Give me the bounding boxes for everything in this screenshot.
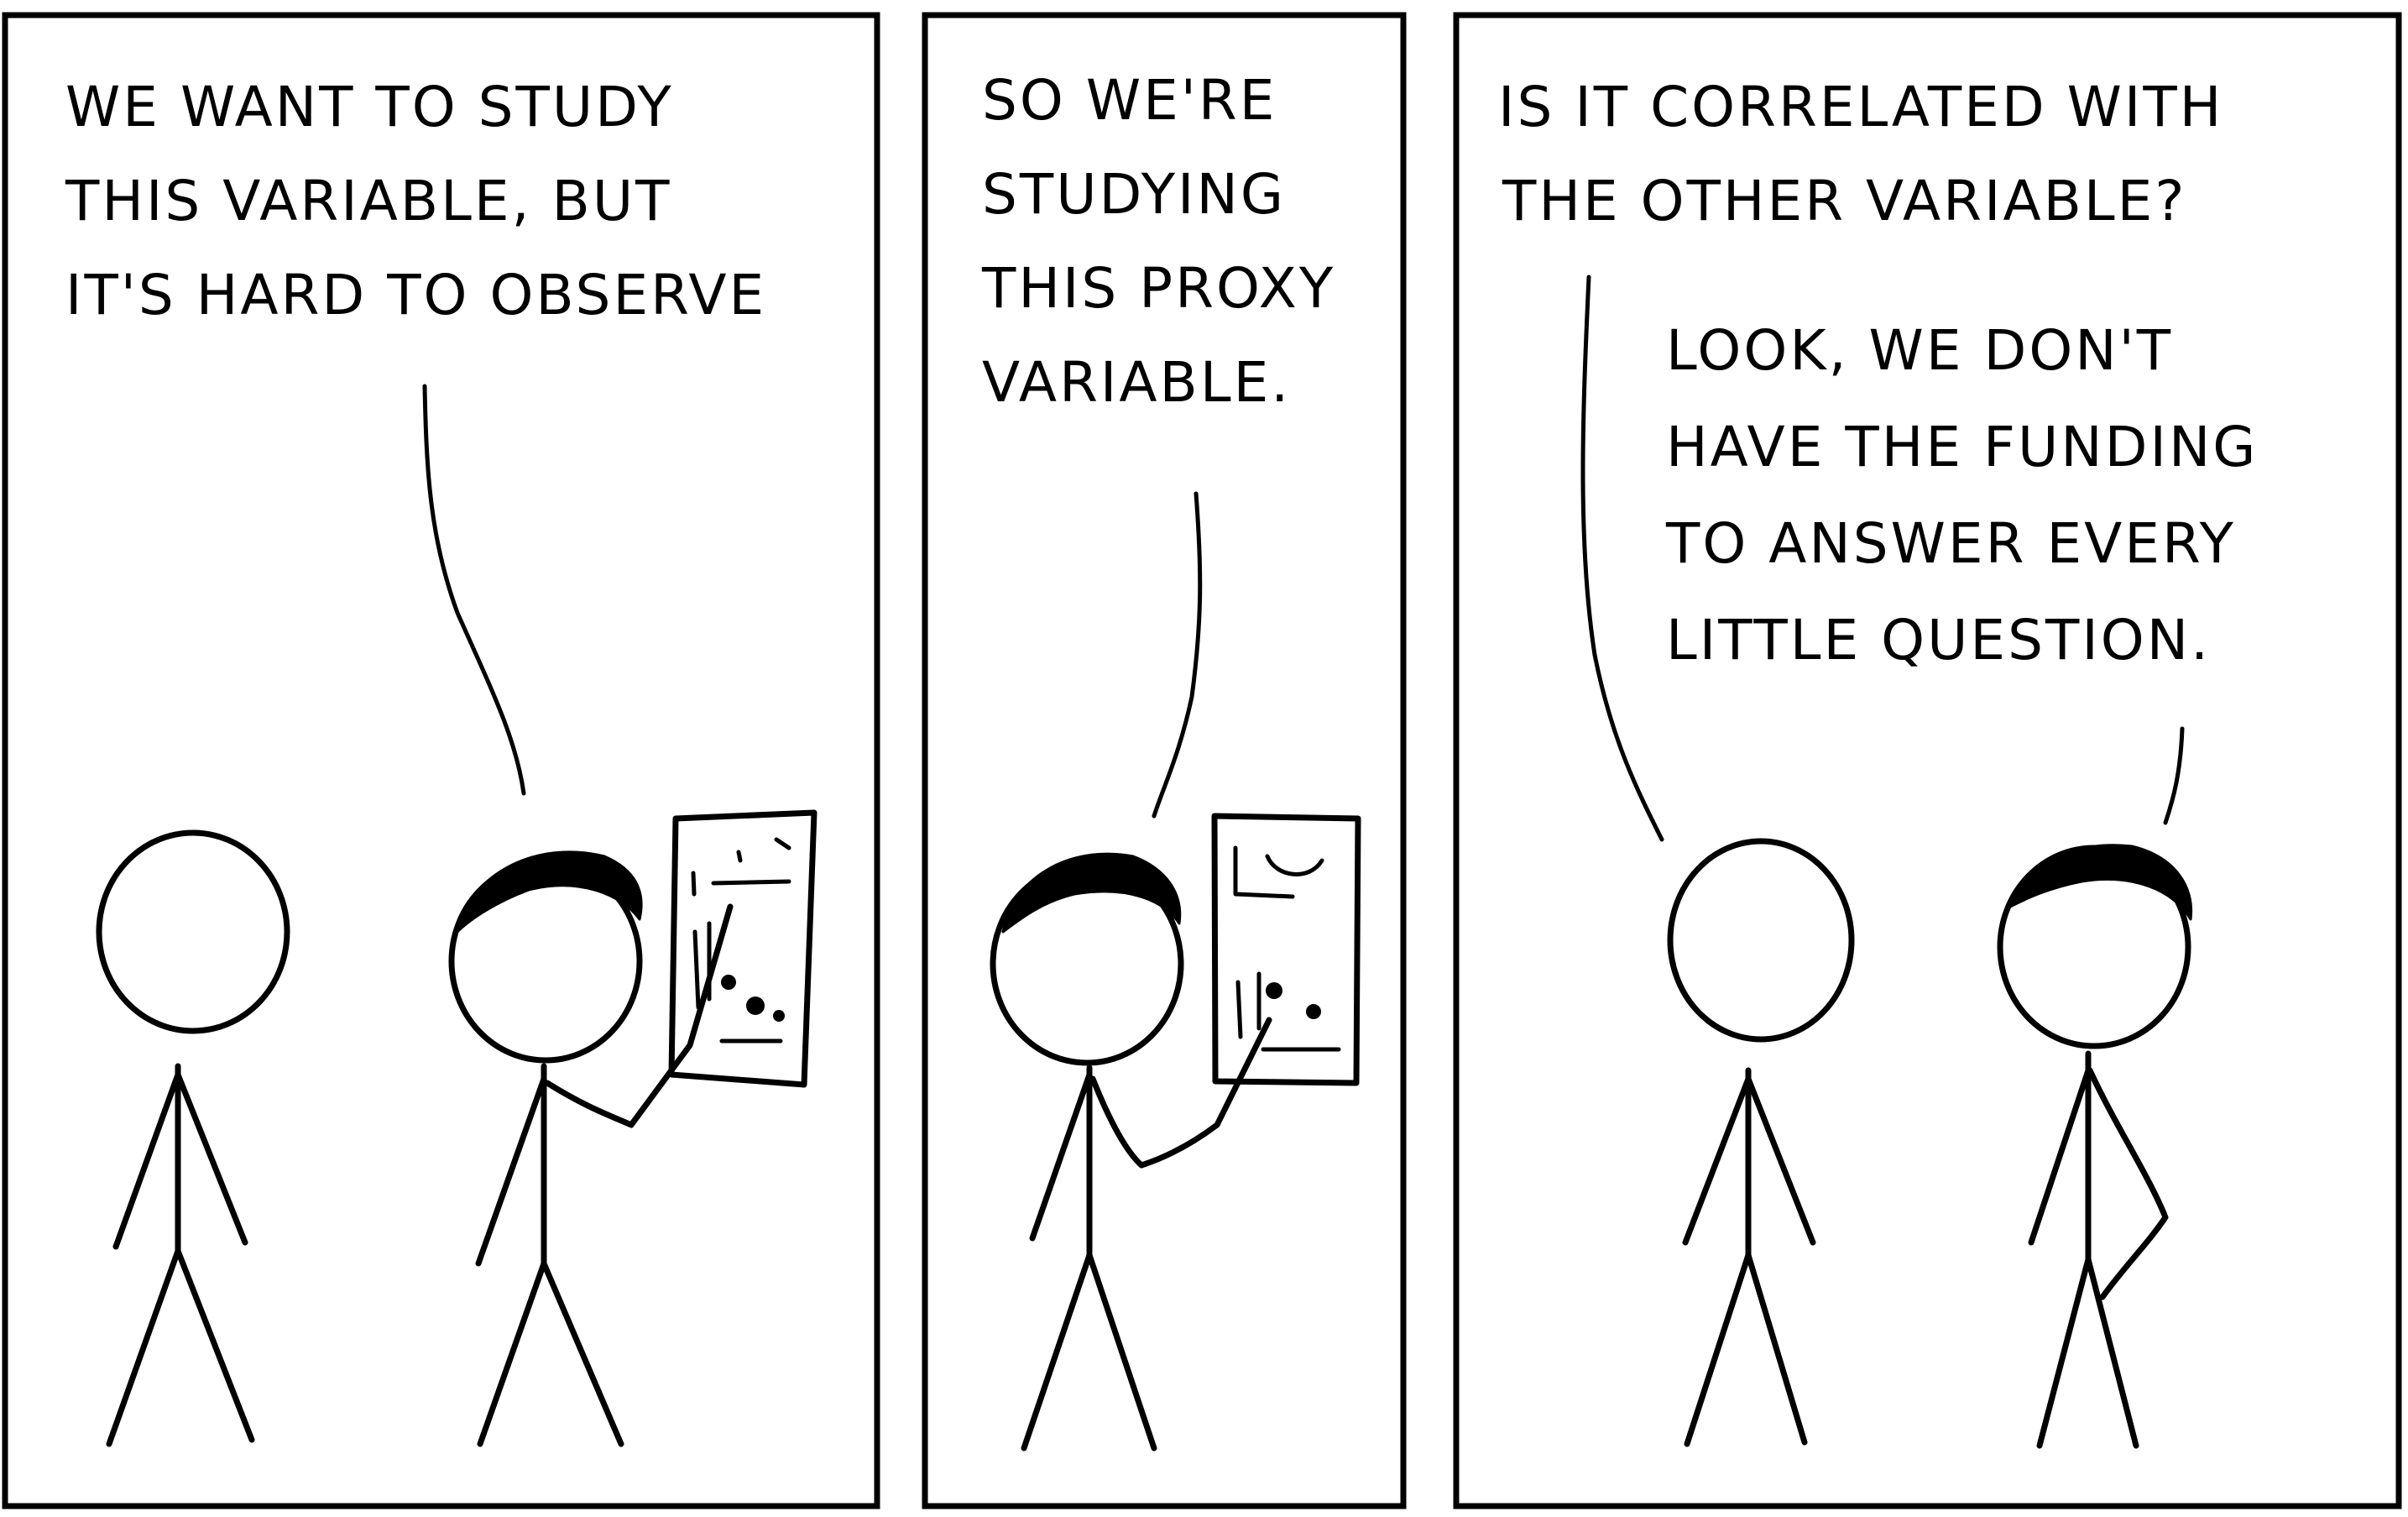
panel-2-frame: [922, 12, 1407, 1509]
panel-3-reply-line: HAVE THE FUNDING: [1666, 415, 2258, 479]
panel-1-caption-line: IT'S HARD TO OBSERVE: [65, 263, 766, 327]
data-point: [1266, 982, 1282, 999]
panel-2-caption-line: SO WE'RE: [982, 68, 1277, 133]
data-point: [721, 975, 736, 990]
panel-3-reply-line: LITTLE QUESTION.: [1666, 608, 2211, 672]
panel-1-caption-line: WE WANT TO STUDY: [65, 75, 674, 139]
panel-1: WE WANT TO STUDY THIS VARIABLE, BUT IT'S…: [2, 12, 880, 1509]
panel-3-frame: [1453, 12, 2402, 1509]
panel-1-frame: [2, 12, 880, 1509]
comic-strip: WE WANT TO STUDY THIS VARIABLE, BUT IT'S…: [2, 12, 2402, 1509]
panel-3-reply-line: LOOK, WE DON'T: [1666, 318, 2173, 383]
panel-3-reply-line: TO ANSWER EVERY: [1665, 511, 2236, 576]
panel-2-caption-line: STUDYING: [982, 162, 1286, 227]
data-point: [773, 1010, 785, 1022]
panel-2: SO WE'RE STUDYING THIS PROXY VARIABLE.: [922, 12, 1407, 1509]
panel-2-caption-line: VARIABLE.: [982, 350, 1291, 415]
panel-2-caption-line: THIS PROXY: [981, 256, 1335, 321]
panel-3: IS IT CORRELATED WITH THE OTHER VARIABLE…: [1453, 12, 2402, 1509]
data-point: [1306, 1004, 1321, 1019]
panel-3-question-line: IS IT CORRELATED WITH: [1498, 75, 2223, 139]
data-point: [746, 997, 765, 1015]
panel-3-question-line: THE OTHER VARIABLE?: [1502, 169, 2186, 233]
panel-1-caption: WE WANT TO STUDY THIS VARIABLE, BUT IT'S…: [65, 75, 766, 327]
panel-1-caption-line: THIS VARIABLE, BUT: [65, 169, 671, 233]
